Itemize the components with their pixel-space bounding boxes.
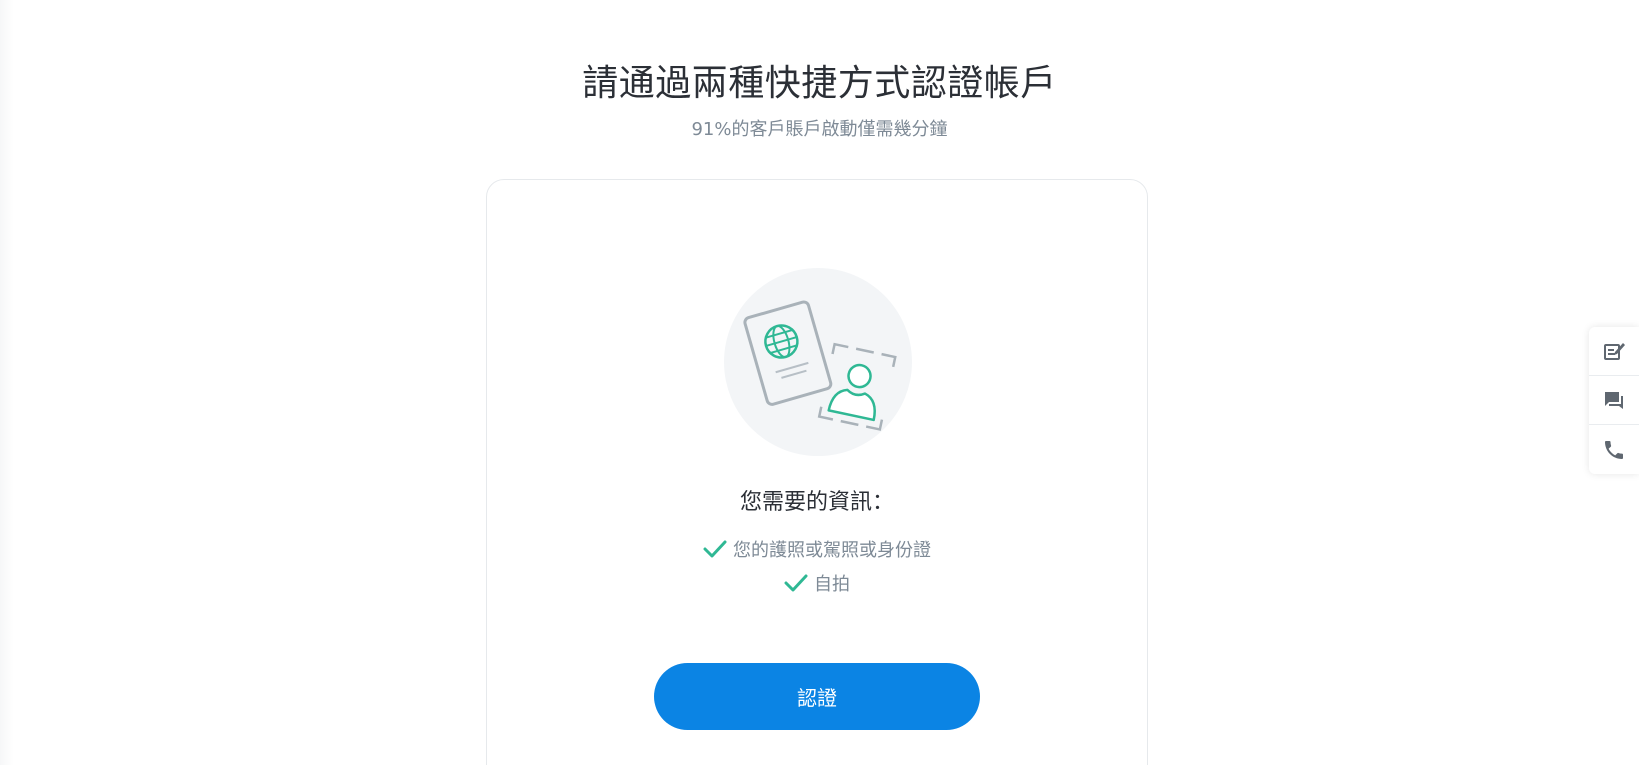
page-title: 請通過兩種快捷方式認證帳戶	[582, 63, 1057, 104]
chat-icon	[1605, 392, 1623, 409]
requirements-list: 您的護照或駕照或身份證 自拍	[487, 532, 1147, 600]
phone-button[interactable]	[1589, 425, 1639, 474]
verification-page: 請通過兩種快捷方式認證帳戶 91%的客戶賬戶啟動僅需幾分鐘 您需要的資訊： 您的…	[0, 0, 1639, 765]
check-icon	[703, 540, 727, 558]
page-subtitle: 91%的客戶賬戶啟動僅需幾分鐘	[691, 119, 948, 140]
list-item: 您的護照或駕照或身份證	[487, 532, 1147, 566]
page-header: 請通過兩種快捷方式認證帳戶 91%的客戶賬戶啟動僅需幾分鐘	[0, 60, 1639, 142]
phone-icon	[1605, 440, 1623, 459]
info-title: 您需要的資訊：	[739, 490, 894, 515]
list-item: 自拍	[487, 566, 1147, 600]
check-icon	[784, 574, 808, 592]
passport-selfie-illustration	[724, 268, 912, 456]
verification-card: 您需要的資訊： 您的護照或駕照或身份證 自拍 認證	[486, 179, 1148, 765]
feedback-edit-icon	[1604, 343, 1625, 360]
verify-button[interactable]: 認證	[654, 663, 980, 730]
feedback-button[interactable]	[1589, 327, 1639, 376]
side-toolbar	[1589, 327, 1639, 474]
requirement-label: 您的護照或駕照或身份證	[733, 540, 931, 561]
requirement-label: 自拍	[814, 574, 850, 595]
chat-button[interactable]	[1589, 376, 1639, 425]
